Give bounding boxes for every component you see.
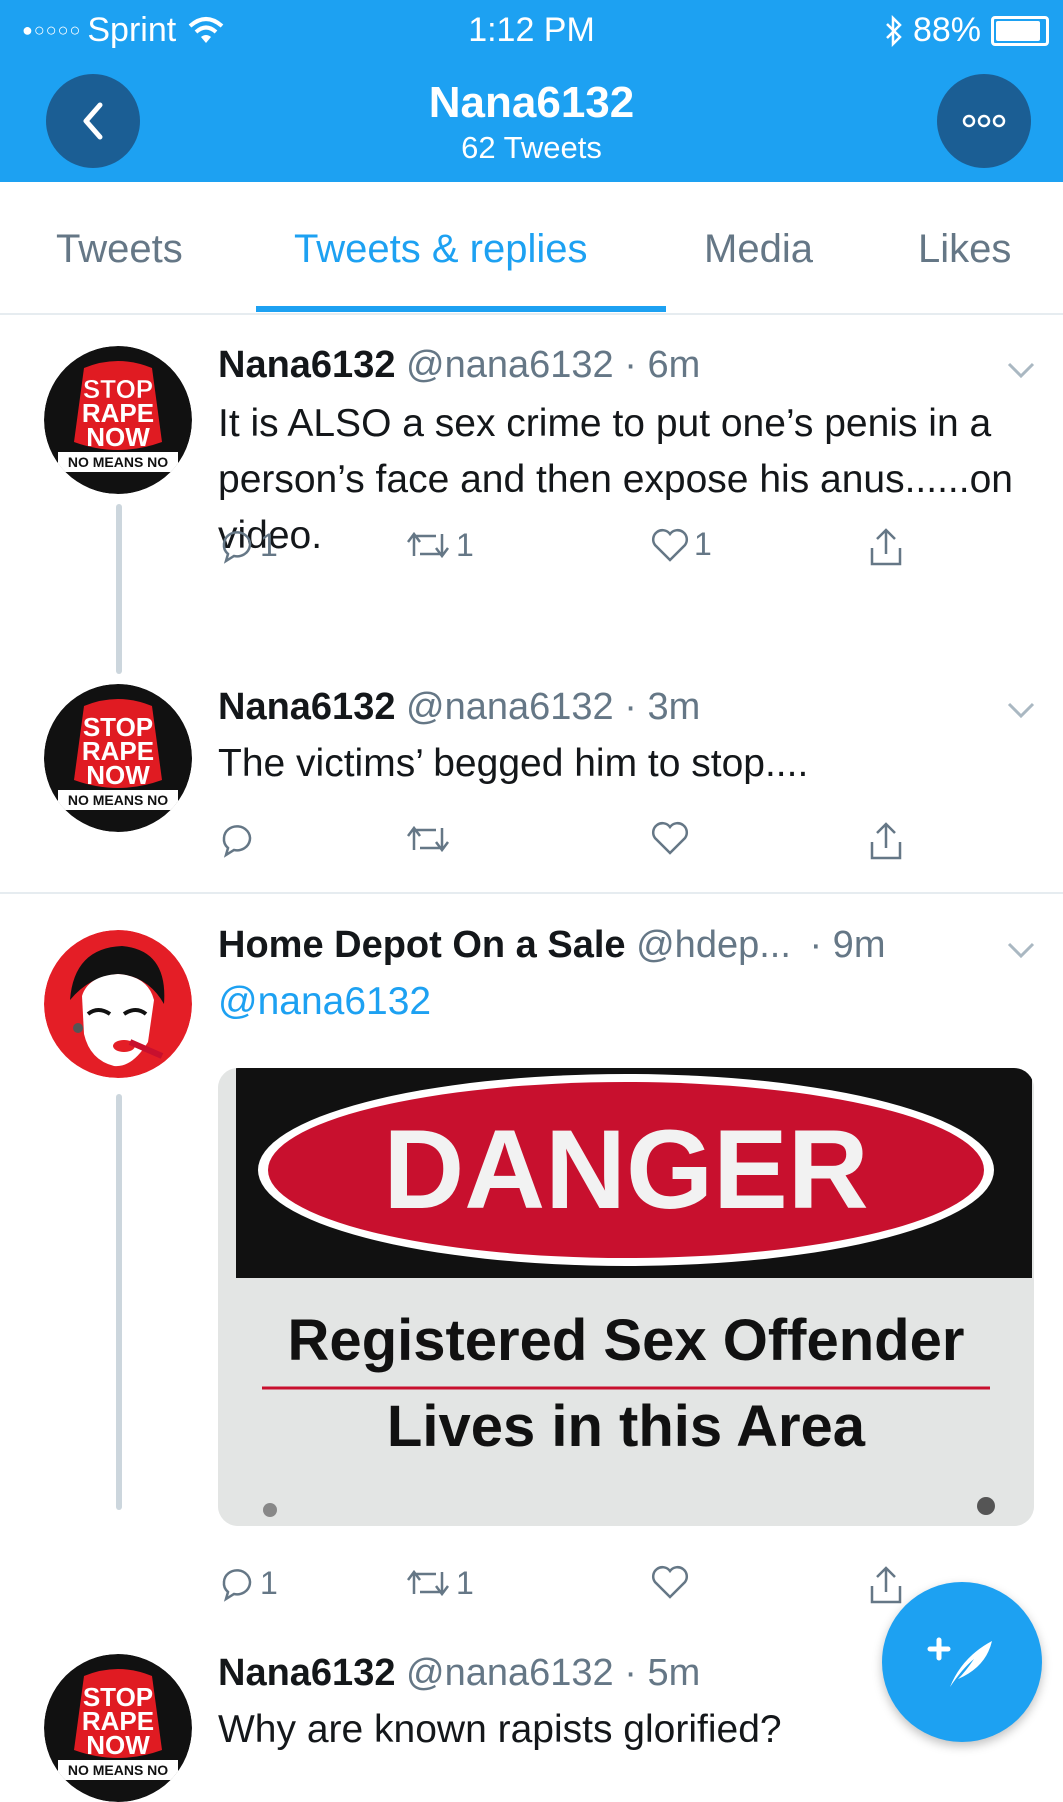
- logo-text-tag: NO MEANS NO: [68, 454, 168, 470]
- logo-text-tag: NO MEANS NO: [68, 792, 168, 808]
- danger-line-2: Lives in this Area: [387, 1394, 866, 1459]
- share-button[interactable]: [866, 820, 906, 862]
- like-button[interactable]: 1: [650, 526, 712, 563]
- status-bar: ●○○○○ Sprint 1:12 PM 88%: [0, 0, 1063, 60]
- active-tab-indicator: [256, 306, 666, 312]
- chevron-down-icon[interactable]: [1003, 692, 1039, 728]
- share-button[interactable]: [866, 526, 906, 568]
- tweet-text: The victims’ begged him to stop....: [218, 742, 809, 785]
- tweet-time: · 9m: [809, 924, 886, 966]
- tweet-actions: [218, 820, 1018, 870]
- retweet-icon: [407, 825, 449, 853]
- thread-line: [116, 504, 122, 674]
- tweet[interactable]: STOP RAPE NOW NO MEANS NO Nana6132 @nana…: [0, 670, 1063, 890]
- tweet-image[interactable]: DANGER Registered Sex Offender Lives in …: [218, 1068, 1034, 1526]
- pop-art-woman-avatar: [44, 930, 192, 1078]
- battery-status: 88%: [883, 11, 1049, 50]
- tweet-actions: 1 1 1: [218, 526, 1018, 576]
- danger-sign-image: DANGER Registered Sex Offender Lives in …: [218, 1068, 1034, 1526]
- tweet-actions: 1 1: [218, 1564, 1018, 1614]
- author-name[interactable]: Nana6132: [218, 686, 395, 728]
- tab-media[interactable]: Media: [704, 227, 813, 272]
- more-button[interactable]: [937, 74, 1031, 168]
- heart-icon: [652, 822, 688, 855]
- share-icon: [870, 1566, 902, 1604]
- retweet-button[interactable]: 1: [404, 1564, 474, 1602]
- tweet-header: Nana6132 @nana6132 · 6m: [218, 344, 700, 387]
- reply-button[interactable]: 1: [218, 1564, 278, 1602]
- compose-tweet-button[interactable]: [882, 1582, 1042, 1742]
- avatar[interactable]: STOP RAPE NOW NO MEANS NO: [44, 346, 192, 494]
- heart-icon: [652, 1566, 688, 1599]
- share-icon: [870, 822, 902, 860]
- tweet-count: 62 Tweets: [461, 130, 602, 165]
- tweet-time: · 6m: [624, 344, 701, 386]
- more-dots-icon: [962, 114, 1006, 128]
- bluetooth-icon: [886, 14, 902, 47]
- author-name[interactable]: Nana6132: [218, 1652, 395, 1694]
- danger-line-1: Registered Sex Offender: [288, 1308, 965, 1373]
- reply-count: 1: [260, 1564, 278, 1601]
- retweet-icon: [407, 531, 449, 559]
- profile-header: ●○○○○ Sprint 1:12 PM 88% Nana6132 62 Twe…: [0, 0, 1063, 182]
- stop-rape-now-logo: STOP RAPE NOW NO MEANS NO: [44, 1654, 192, 1802]
- like-count: 1: [694, 526, 712, 562]
- stop-rape-now-logo: STOP RAPE NOW NO MEANS NO: [44, 684, 192, 832]
- tab-tweets-replies[interactable]: Tweets & replies: [294, 227, 587, 272]
- chevron-down-icon[interactable]: [1003, 932, 1039, 968]
- author-handle[interactable]: @nana6132: [406, 344, 614, 386]
- author-name[interactable]: Nana6132: [218, 344, 395, 386]
- tweet-header: Nana6132 @nana6132 · 3m: [218, 686, 700, 729]
- logo-text-now: NOW: [86, 1730, 150, 1760]
- tweet-header: Nana6132 @nana6132 · 5m: [218, 1652, 700, 1695]
- tab-tweets[interactable]: Tweets: [56, 227, 183, 272]
- reply-count: 1: [260, 526, 278, 563]
- chevron-down-icon[interactable]: [1003, 352, 1039, 388]
- reply-icon: [222, 1569, 252, 1602]
- stop-rape-now-logo: STOP RAPE NOW NO MEANS NO: [44, 346, 192, 494]
- danger-headline: DANGER: [383, 1107, 868, 1232]
- reply-icon: [222, 825, 252, 858]
- share-button[interactable]: [866, 1564, 906, 1606]
- author-name[interactable]: Home Depot On a Sale: [218, 924, 626, 966]
- tweet-time: · 5m: [624, 1652, 701, 1694]
- battery-percent: 88%: [912, 11, 981, 49]
- tweet-header: Home Depot On a Sale @hdep... · 9m: [218, 924, 885, 967]
- author-handle[interactable]: @hdep...: [636, 924, 791, 966]
- battery-icon: [991, 15, 1049, 46]
- tab-likes[interactable]: Likes: [918, 227, 1011, 272]
- profile-tabs: Tweets Tweets & replies Media Likes: [0, 182, 1063, 315]
- logo-text-now: NOW: [86, 760, 150, 790]
- tweet-time: · 3m: [624, 686, 701, 728]
- reply-button[interactable]: 1: [218, 526, 278, 564]
- retweet-button[interactable]: 1: [404, 526, 474, 564]
- reply-button[interactable]: [218, 820, 256, 858]
- mention-link[interactable]: @nana6132: [218, 980, 431, 1023]
- reply-icon: [222, 531, 252, 564]
- retweet-icon: [407, 1569, 449, 1597]
- logo-text-tag: NO MEANS NO: [68, 1762, 168, 1778]
- heart-icon: [652, 528, 688, 562]
- retweet-button[interactable]: [404, 820, 452, 858]
- avatar[interactable]: STOP RAPE NOW NO MEANS NO: [44, 1654, 192, 1802]
- retweet-count: 1: [456, 1564, 474, 1601]
- avatar[interactable]: STOP RAPE NOW NO MEANS NO: [44, 684, 192, 832]
- like-button[interactable]: [650, 820, 690, 856]
- author-handle[interactable]: @nana6132: [406, 686, 614, 728]
- logo-text-now: NOW: [86, 422, 150, 452]
- compose-tweet-icon: [927, 1637, 992, 1687]
- thread-line: [116, 1094, 122, 1510]
- tweet-text: @nana6132: [218, 974, 1018, 1030]
- retweet-count: 1: [456, 526, 474, 563]
- avatar[interactable]: [44, 930, 192, 1078]
- share-icon: [870, 528, 902, 566]
- like-button[interactable]: [650, 1564, 690, 1600]
- author-handle[interactable]: @nana6132: [406, 1652, 614, 1694]
- profile-name: Nana6132: [428, 78, 635, 127]
